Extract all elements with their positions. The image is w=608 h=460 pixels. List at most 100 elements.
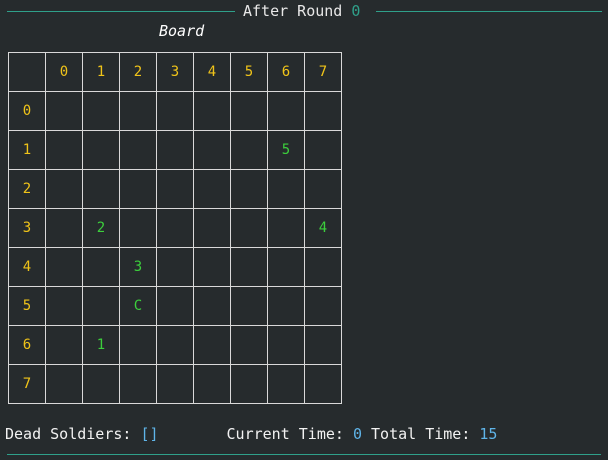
board-cell [304, 325, 342, 365]
row-header: 7 [8, 364, 46, 404]
column-header: 7 [304, 52, 342, 92]
round-number: 0 [351, 2, 361, 20]
board-cell [119, 364, 157, 404]
column-header: 4 [193, 52, 231, 92]
board-cell [45, 247, 83, 287]
board-row: 7 [8, 364, 342, 404]
row-header: 6 [8, 325, 46, 365]
board-cell [230, 286, 268, 326]
board-cell [45, 286, 83, 326]
header-rule-left [7, 11, 235, 12]
board-cell [156, 169, 194, 209]
board-cell [45, 364, 83, 404]
board-cell [230, 247, 268, 287]
board-row: 5C [8, 286, 342, 326]
board-cell [82, 169, 120, 209]
board-cell [119, 91, 157, 131]
header-rule: After Round 0 [0, 0, 608, 22]
board-cell [267, 169, 305, 209]
column-header: 1 [82, 52, 120, 92]
soldier-piece: 2 [82, 208, 120, 248]
soldier-piece: 3 [119, 247, 157, 287]
board-cell [304, 130, 342, 170]
board-cell [193, 130, 231, 170]
board-cell [156, 130, 194, 170]
board-cell [304, 91, 342, 131]
board-cell [119, 130, 157, 170]
board-cell [156, 91, 194, 131]
board-cell [267, 91, 305, 131]
row-header: 0 [8, 91, 46, 131]
board-cell [82, 91, 120, 131]
board-cell [119, 325, 157, 365]
board-row: 0 [8, 91, 342, 131]
board-cell [193, 325, 231, 365]
board-cell [267, 247, 305, 287]
board-cell [193, 286, 231, 326]
board-cell [45, 208, 83, 248]
game-board: 012345670152324435C617 [8, 52, 342, 404]
total-time-label: Total Time: [362, 425, 480, 443]
row-header: 2 [8, 169, 46, 209]
row-header: 4 [8, 247, 46, 287]
board-cell [304, 364, 342, 404]
board-cell [193, 364, 231, 404]
board-cell [82, 364, 120, 404]
board-cell [119, 208, 157, 248]
board-cell [193, 208, 231, 248]
board-cell [304, 169, 342, 209]
board-cell [193, 169, 231, 209]
row-header: 3 [8, 208, 46, 248]
board-cell [230, 130, 268, 170]
board-cell [230, 169, 268, 209]
column-header: 6 [267, 52, 305, 92]
dead-soldiers-label: Dead Soldiers: [5, 425, 141, 443]
board-cell [193, 91, 231, 131]
board-header-row: 01234567 [8, 52, 342, 92]
board-cell [156, 325, 194, 365]
board-caption: Board [159, 22, 205, 40]
board-row: 2 [8, 169, 342, 209]
board-cell [45, 325, 83, 365]
board-cell [45, 91, 83, 131]
board-cell [267, 208, 305, 248]
board-cell [267, 364, 305, 404]
row-header: 5 [8, 286, 46, 326]
commander-piece: C [119, 286, 157, 326]
board-cell [230, 91, 268, 131]
dead-soldiers-value: [] [140, 425, 159, 443]
board-cell [156, 247, 194, 287]
board-cell [156, 208, 194, 248]
board-cell [119, 169, 157, 209]
board-cell [304, 247, 342, 287]
board-row: 43 [8, 247, 342, 287]
board-row: 61 [8, 325, 342, 365]
board-cell [156, 286, 194, 326]
board-cell [82, 247, 120, 287]
board-row: 32 4 [8, 208, 342, 248]
board-cell [193, 247, 231, 287]
column-header: 0 [45, 52, 83, 92]
board-cell [45, 169, 83, 209]
footer-rule [7, 454, 601, 455]
total-time-value: 15 [479, 425, 498, 443]
soldier-piece: 4 [304, 208, 342, 248]
board-cell [82, 286, 120, 326]
board-cell [156, 364, 194, 404]
column-header: 2 [119, 52, 157, 92]
round-title: After Round 0 [243, 2, 360, 20]
soldier-piece: 5 [267, 130, 305, 170]
board-cell [230, 325, 268, 365]
board-corner-cell [8, 52, 46, 92]
round-title-label: After Round [243, 2, 352, 20]
board-row: 15 [8, 130, 342, 170]
soldier-piece: 1 [82, 325, 120, 365]
board-cell [267, 325, 305, 365]
board-cell [304, 286, 342, 326]
board-cell [82, 130, 120, 170]
header-rule-right [376, 11, 602, 12]
current-time-label: Current Time: [226, 425, 353, 443]
status-line: Dead Soldiers: [] Current Time: 0 Total T… [5, 425, 497, 443]
column-header: 5 [230, 52, 268, 92]
board-cell [45, 130, 83, 170]
